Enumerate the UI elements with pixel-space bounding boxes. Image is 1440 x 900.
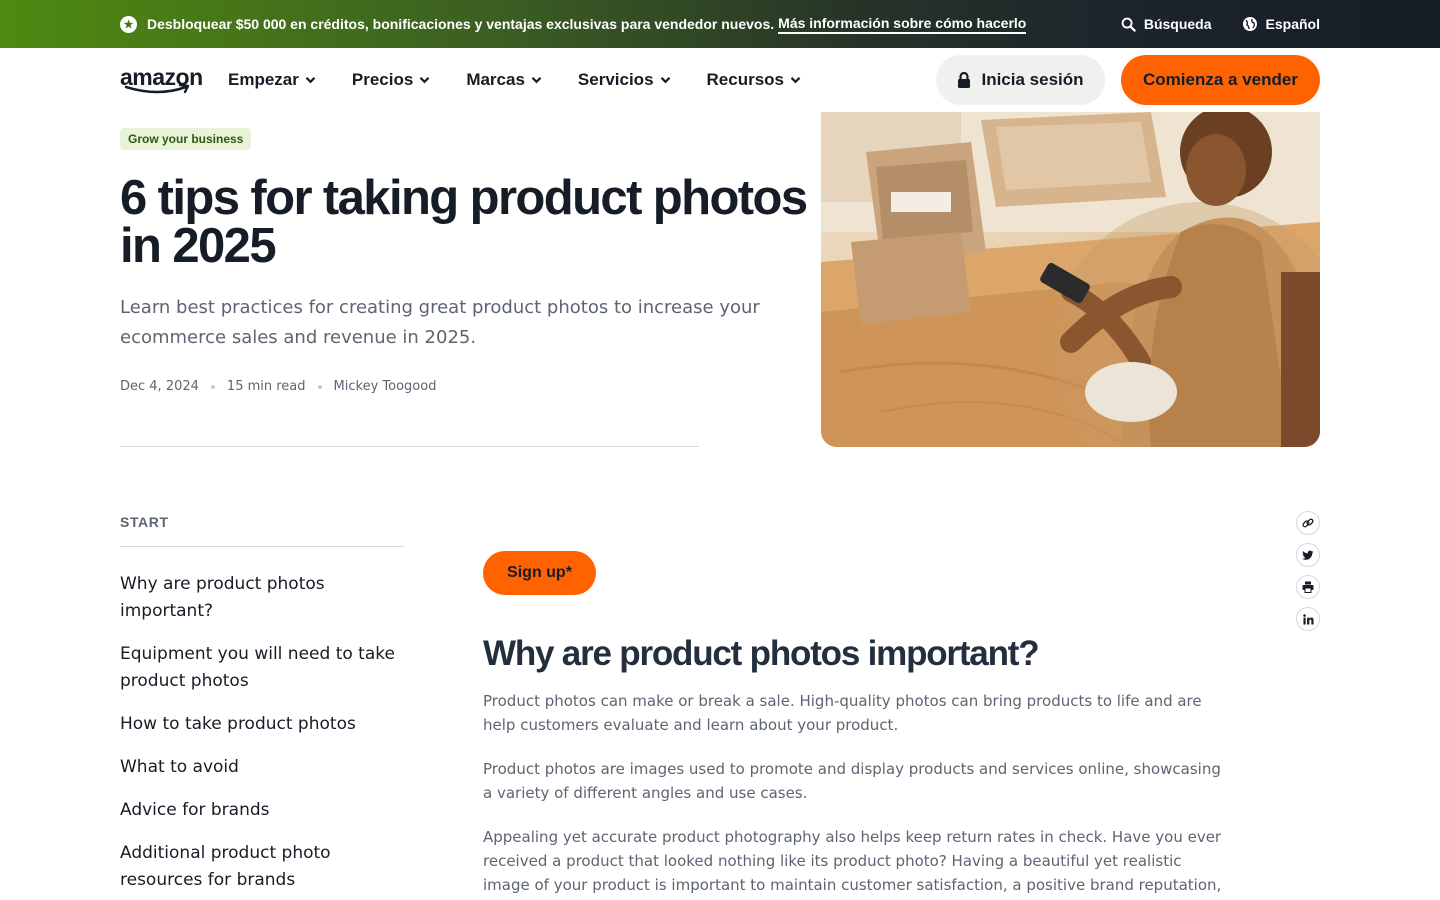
copy-link-button[interactable]	[1296, 511, 1320, 535]
hero-photo-illustration	[821, 112, 1320, 447]
page-title: 6 tips for taking product photos in 2025	[120, 171, 808, 273]
search-button[interactable]: Búsqueda	[1121, 16, 1212, 32]
promo-message: ★ Desbloquear $50 000 en créditos, bonif…	[120, 0, 1027, 48]
nav-item-label: Servicios	[577, 70, 654, 89]
nav-item-label: Precios	[351, 70, 414, 89]
separator-dot	[317, 384, 322, 389]
language-selector[interactable]: Español	[1242, 16, 1320, 32]
share-twitter-button[interactable]	[1296, 543, 1320, 567]
page-subtitle: Learn best practices for creating great …	[120, 297, 760, 348]
toc-heading: START	[120, 514, 169, 530]
utility-links: Búsqueda Español	[1121, 0, 1320, 48]
signin-label: Inicia sesión	[981, 70, 1084, 89]
main-nav: amazon Empezar Precios Marcas Servicios …	[0, 48, 1440, 112]
article-paragraph: Product photos can make or break a sale.…	[483, 692, 1202, 734]
smile-arrow-icon	[124, 84, 190, 94]
nav-menu: Empezar Precios Marcas Servicios Recurso…	[228, 48, 801, 112]
search-icon	[1121, 17, 1136, 32]
nav-item-marcas[interactable]: Marcas	[466, 70, 542, 90]
nav-item-label: Empezar	[228, 70, 299, 89]
search-label: Búsqueda	[1143, 16, 1212, 32]
toc-item[interactable]: What to avoid	[120, 754, 400, 781]
toc-item[interactable]: Advice for brands	[120, 797, 400, 824]
section-heading: Why are product photos important?	[483, 634, 1040, 673]
toc-item[interactable]: Additional product photo resources for b…	[120, 840, 400, 894]
lock-icon	[958, 71, 971, 88]
separator-dot	[210, 384, 215, 389]
divider	[120, 446, 699, 447]
nav-item-recursos[interactable]: Recursos	[707, 70, 801, 90]
print-icon	[1302, 581, 1314, 593]
toc-item[interactable]: Equipment you will need to take product …	[120, 641, 400, 695]
chevron-down-icon	[531, 77, 542, 84]
promo-text: Desbloquear $50 000 en créditos, bonific…	[147, 16, 775, 32]
share-linkedin-button[interactable]	[1296, 607, 1320, 631]
chevron-down-icon	[660, 77, 670, 84]
amazon-logo[interactable]: amazon	[120, 66, 203, 96]
globe-icon	[1242, 16, 1258, 32]
signin-button[interactable]: Inicia sesión	[936, 55, 1105, 105]
divider	[120, 546, 404, 547]
nav-item-precios[interactable]: Precios	[352, 70, 430, 90]
category-tag[interactable]: Grow your business	[120, 128, 252, 150]
chevron-down-icon	[305, 77, 316, 84]
article-paragraph: Product photos are images used to promot…	[483, 760, 1221, 802]
chevron-down-icon	[790, 77, 801, 84]
star-icon: ★	[120, 15, 137, 33]
print-button[interactable]	[1296, 575, 1320, 599]
article-meta: Dec 4, 2024 15 min read Mickey Toogood	[120, 379, 436, 394]
twitter-icon	[1302, 550, 1314, 560]
linkedin-icon	[1302, 613, 1314, 625]
hero-image	[821, 112, 1320, 447]
signup-button[interactable]: Sign up*	[483, 551, 596, 595]
nav-item-empezar[interactable]: Empezar	[228, 70, 316, 90]
chevron-down-icon	[420, 77, 430, 84]
promo-banner: ★ Desbloquear $50 000 en créditos, bonif…	[0, 0, 1440, 48]
share-rail	[1296, 511, 1320, 631]
link-icon	[1302, 518, 1314, 528]
publish-date: Dec 4, 2024	[120, 379, 199, 394]
start-selling-button[interactable]: Comienza a vender	[1121, 55, 1320, 105]
toc-item[interactable]: Why are product photos important?	[120, 571, 400, 625]
nav-item-label: Marcas	[466, 70, 525, 89]
author-name: Mickey Toogood	[333, 379, 437, 394]
language-label: Español	[1265, 16, 1320, 32]
table-of-contents: Why are product photos important? Equipm…	[120, 571, 400, 900]
nav-item-servicios[interactable]: Servicios	[578, 70, 671, 90]
nav-item-label: Recursos	[706, 70, 785, 89]
read-time: 15 min read	[226, 379, 306, 394]
promo-learn-more-link[interactable]: Más información sobre cómo hacerlo	[778, 15, 1027, 34]
toc-item[interactable]: How to take product photos	[120, 711, 400, 738]
article-paragraph: Appealing yet accurate product photograp…	[483, 828, 1222, 894]
